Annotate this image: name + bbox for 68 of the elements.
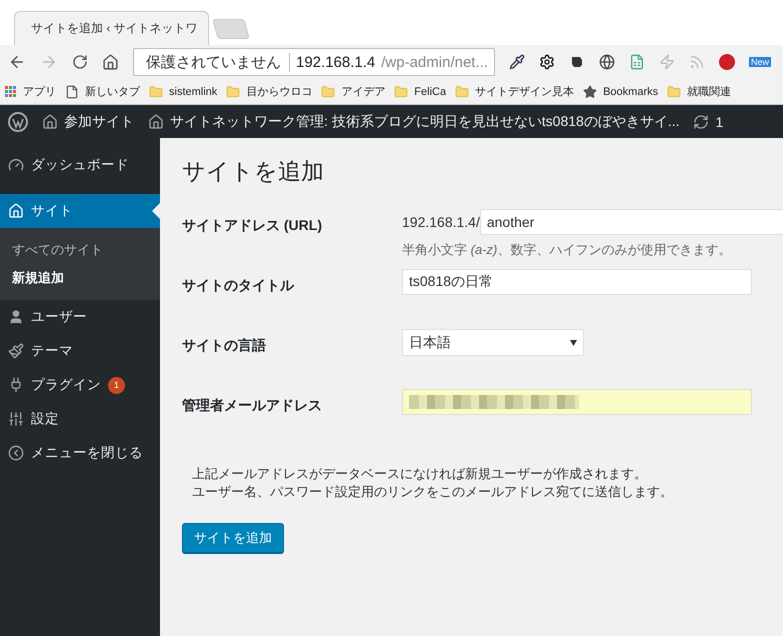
sidebar-item[interactable]: ユーザー	[0, 300, 160, 334]
updates-count[interactable]: 1	[715, 114, 724, 130]
home-icon	[148, 114, 164, 130]
spreadsheet-icon[interactable]	[629, 54, 645, 70]
address-bar[interactable]: 保護されていません 192.168.1.4 /wp-admin/net...	[133, 48, 495, 76]
url-host: 192.168.1.4	[296, 54, 376, 70]
page-icon	[65, 84, 79, 98]
sliders-icon	[8, 411, 24, 427]
field-label: サイトの言語	[182, 336, 267, 355]
language-select[interactable]: 日本語	[402, 329, 584, 356]
bookmark-link[interactable]: 目からウロコ	[246, 84, 312, 99]
updates-icon	[693, 114, 710, 130]
bookmark-link[interactable]: 新しいタブ	[85, 84, 140, 99]
sidebar-item[interactable]: サイト	[0, 194, 160, 228]
star-icon	[583, 84, 598, 98]
pin-icon[interactable]	[719, 54, 735, 70]
apps-grid-icon	[5, 86, 17, 98]
bookmark-link[interactable]: 就職関連	[687, 84, 732, 99]
count-badge: 1	[108, 376, 125, 394]
folder-icon	[149, 84, 163, 98]
folder-icon	[321, 84, 336, 98]
paintbrush-icon	[8, 343, 24, 359]
sidebar-item[interactable]: メニューを閉じる	[0, 436, 160, 470]
submenu-item[interactable]: すべてのサイト	[0, 236, 160, 264]
field-label: サイトアドレス (URL)	[182, 216, 323, 235]
wordpress-logo-icon[interactable]	[8, 112, 28, 132]
bookmark-link[interactable]: FeliCa	[414, 86, 446, 98]
collapse-icon	[8, 445, 24, 461]
tab-title: サイトを追加 ‹ サイトネットワ	[31, 20, 198, 37]
bookmark-link[interactable]: サイトデザイン見本	[475, 84, 574, 99]
back-icon[interactable]	[8, 53, 26, 71]
add-site-button[interactable]: サイトを追加	[182, 523, 284, 553]
folder-icon	[455, 84, 470, 98]
bookmark-link[interactable]: アイデア	[341, 84, 386, 99]
field-label: サイトのタイトル	[182, 276, 296, 295]
folder-icon	[667, 84, 682, 98]
sidebar-item[interactable]: プラグイン 1	[0, 368, 160, 402]
field-label: 管理者メールアドレス	[182, 396, 323, 415]
my-sites-link[interactable]: 参加サイト	[64, 112, 134, 130]
gear-icon[interactable]	[539, 54, 555, 70]
site-title-field[interactable]: ts0818の日常	[402, 269, 752, 295]
email-note: 上記メールアドレスがデータベースになければ新規ユーザーが作成されます。 ユーザー名、パスワード設定用のリンクをこのメールアドレス宛てに送信します。	[192, 465, 674, 501]
email-field[interactable]	[402, 389, 752, 415]
home-icon[interactable]	[102, 54, 119, 70]
reload-icon[interactable]	[72, 54, 88, 70]
sidebar-item[interactable]: テーマ	[0, 334, 160, 368]
globe-icon[interactable]	[599, 54, 615, 70]
user-icon	[8, 309, 24, 325]
new-badge[interactable]: New	[749, 57, 772, 67]
bookmark-link[interactable]: Bookmarks	[603, 86, 658, 98]
folder-icon	[226, 84, 240, 98]
site-address-field[interactable]: another	[480, 209, 783, 235]
submenu-item[interactable]: 新規追加	[0, 264, 160, 292]
page-title: サイトを追加	[182, 157, 325, 186]
dropdown-arrow-icon	[570, 340, 577, 346]
sidebar-item[interactable]: ダッシュボード	[0, 148, 160, 182]
dropper-icon[interactable]	[509, 54, 525, 70]
url-path: /wp-admin/net...	[381, 54, 488, 70]
bookmark-link[interactable]: sistemlink	[169, 86, 218, 98]
network-admin-link[interactable]: サイトネットワーク管理: 技術系ブログに明日を見出せないts0818のぼやきサイ...	[170, 112, 680, 130]
folder-icon	[394, 84, 408, 98]
url-prefix: 192.168.1.4/	[402, 214, 480, 230]
security-label: 保護されていません	[146, 52, 290, 72]
sidebar-item[interactable]: 設定	[0, 402, 160, 436]
bookmark-link[interactable]: アプリ	[23, 84, 56, 99]
field-hint: 半角小文字 (a-z)、数字、ハイフンのみが使用できます。	[402, 241, 732, 259]
browser-tab[interactable]: サイトを追加 ‹ サイトネットワ	[14, 11, 209, 45]
gauge-icon	[8, 157, 24, 173]
